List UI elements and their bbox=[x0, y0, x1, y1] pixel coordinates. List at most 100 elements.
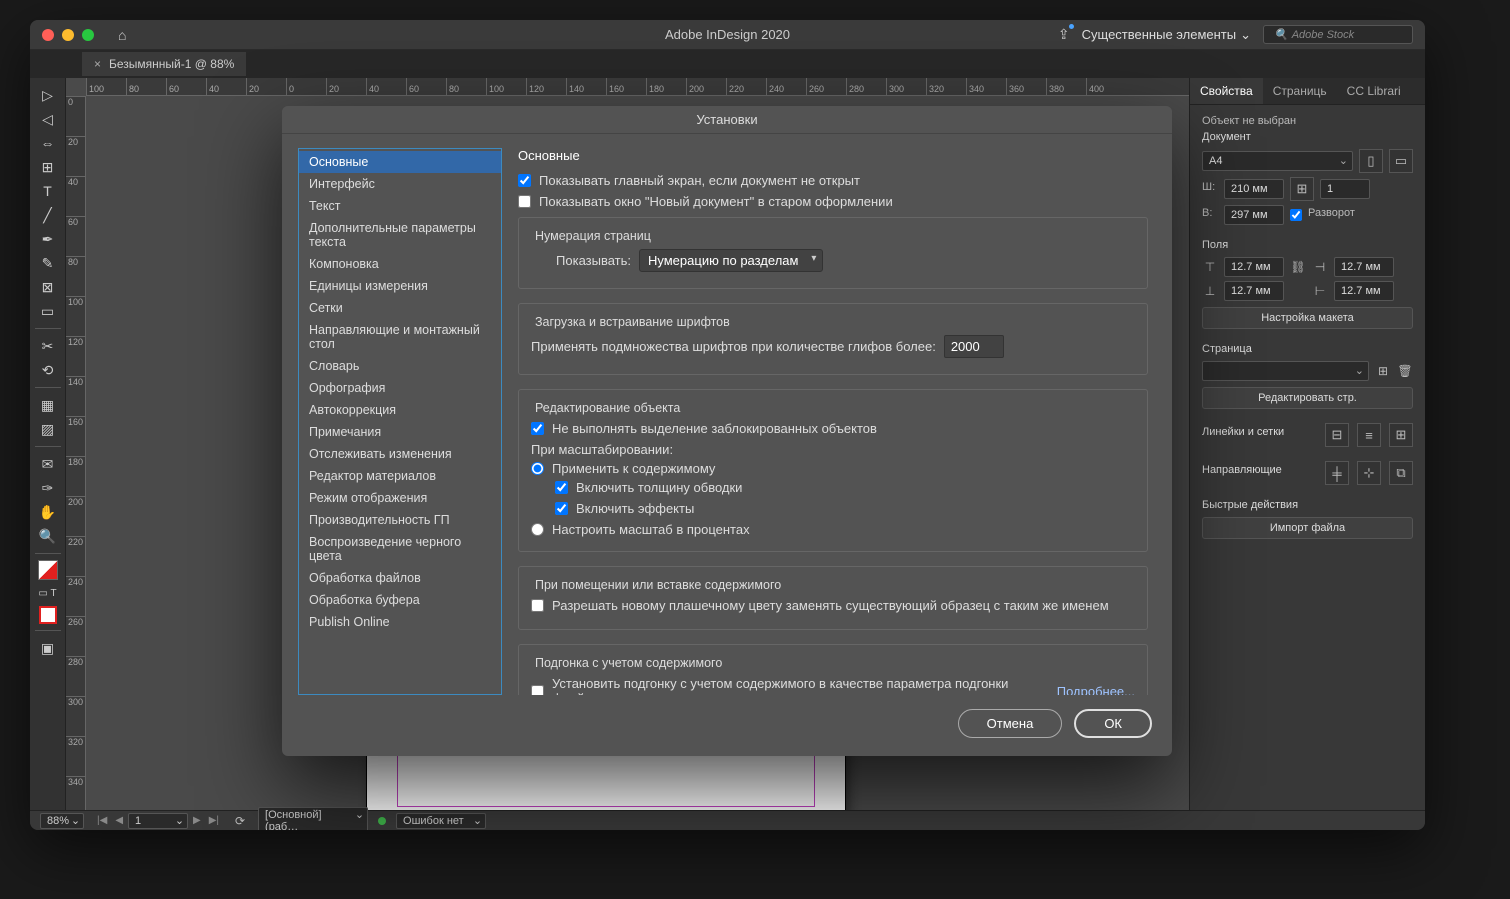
legacy-newdoc-checkbox[interactable] bbox=[518, 195, 531, 208]
height-input[interactable] bbox=[1224, 205, 1284, 225]
prefs-category-item[interactable]: Publish Online bbox=[299, 611, 501, 633]
prefs-category-item[interactable]: Основные bbox=[299, 151, 501, 173]
tab-cc-libraries[interactable]: CC Librari bbox=[1337, 78, 1411, 104]
maximize-window-button[interactable] bbox=[82, 29, 94, 41]
prev-page-button[interactable]: ◀ bbox=[112, 815, 126, 826]
allow-swatch-checkbox[interactable] bbox=[531, 599, 544, 612]
prefs-category-item[interactable]: Направляющие и монтажный стол bbox=[299, 319, 501, 355]
minimize-window-button[interactable] bbox=[62, 29, 74, 41]
margin-top-input[interactable] bbox=[1224, 257, 1284, 277]
pages-icon[interactable]: ⊞ bbox=[1290, 177, 1314, 201]
free-transform-tool[interactable]: ⟲ bbox=[34, 359, 62, 381]
screen-mode[interactable]: ▣ bbox=[34, 637, 62, 659]
adjust-percent-radio-row[interactable]: Настроить масштаб в процентах bbox=[531, 522, 1135, 537]
note-tool[interactable]: ✉ bbox=[34, 453, 62, 475]
snap-icon[interactable]: ⧉ bbox=[1389, 461, 1413, 485]
prefs-category-item[interactable]: Интерфейс bbox=[299, 173, 501, 195]
link-icon[interactable]: ⛓ bbox=[1290, 259, 1306, 275]
content-fit-checkbox[interactable] bbox=[531, 685, 544, 696]
prefs-category-item[interactable]: Орфография bbox=[299, 377, 501, 399]
cancel-button[interactable]: Отмена bbox=[958, 709, 1063, 738]
prefs-category-item[interactable]: Режим отображения bbox=[299, 487, 501, 509]
apply-content-radio[interactable] bbox=[531, 462, 544, 475]
prefs-category-item[interactable]: Обработка буфера bbox=[299, 589, 501, 611]
noselect-locked-row[interactable]: Не выполнять выделение заблокированных о… bbox=[531, 421, 1135, 436]
format-container-text-toggle[interactable]: ▭ T bbox=[34, 582, 62, 604]
ok-button[interactable]: ОК bbox=[1074, 709, 1152, 738]
first-page-button[interactable]: |◀ bbox=[94, 815, 110, 826]
width-input[interactable] bbox=[1224, 179, 1284, 199]
numbering-dropdown[interactable]: Нумерацию по разделам bbox=[639, 249, 823, 272]
include-stroke-checkbox[interactable] bbox=[555, 481, 568, 494]
page-tool[interactable]: ⇔ bbox=[34, 132, 62, 154]
search-input[interactable]: 🔍 Adobe Stock bbox=[1263, 25, 1413, 44]
orientation-landscape-icon[interactable]: ▭ bbox=[1389, 149, 1413, 173]
apply-content-radio-row[interactable]: Применить к содержимому bbox=[531, 461, 1135, 476]
show-home-checkbox[interactable] bbox=[518, 174, 531, 187]
font-subset-input[interactable] bbox=[944, 335, 1004, 358]
close-tab-icon[interactable]: × bbox=[94, 57, 101, 71]
last-page-button[interactable]: ▶| bbox=[206, 815, 222, 826]
prefs-category-item[interactable]: Дополнительные параметры текста bbox=[299, 217, 501, 253]
page-select[interactable] bbox=[1202, 361, 1369, 381]
baseline-grid-icon[interactable]: ≡ bbox=[1357, 423, 1381, 447]
prefs-category-item[interactable]: Примечания bbox=[299, 421, 501, 443]
prefs-category-item[interactable]: Воспроизведение черного цвета bbox=[299, 531, 501, 567]
next-page-button[interactable]: ▶ bbox=[190, 815, 204, 826]
tab-pages[interactable]: Страниць bbox=[1263, 78, 1337, 104]
pencil-tool[interactable]: ✎ bbox=[34, 252, 62, 274]
apply-color[interactable] bbox=[39, 606, 57, 624]
margin-bottom-input[interactable] bbox=[1224, 281, 1284, 301]
prefs-category-item[interactable]: Текст bbox=[299, 195, 501, 217]
include-stroke-row[interactable]: Включить толщину обводки bbox=[555, 480, 1135, 495]
import-file-button[interactable]: Импорт файла bbox=[1202, 517, 1413, 539]
guides-toggle-icon[interactable]: ╪ bbox=[1325, 461, 1349, 485]
margin-left-input[interactable] bbox=[1334, 257, 1394, 277]
type-tool[interactable]: T bbox=[34, 180, 62, 202]
close-window-button[interactable] bbox=[42, 29, 54, 41]
add-page-icon[interactable]: ⊞ bbox=[1375, 363, 1391, 379]
fill-stroke-swatch[interactable] bbox=[38, 560, 58, 580]
eyedropper-tool[interactable]: ✑ bbox=[34, 477, 62, 499]
content-fit-more-link[interactable]: Подробнее... bbox=[1057, 684, 1135, 696]
rectangle-tool[interactable]: ▭ bbox=[34, 300, 62, 322]
page-preset-select[interactable]: A4 bbox=[1202, 151, 1353, 171]
tab-properties[interactable]: Свойства bbox=[1190, 78, 1263, 104]
selection-tool[interactable]: ▷ bbox=[34, 84, 62, 106]
zoom-select[interactable]: 88% bbox=[40, 813, 84, 829]
hand-tool[interactable]: ✋ bbox=[34, 501, 62, 523]
noselect-locked-checkbox[interactable] bbox=[531, 422, 544, 435]
adjust-percent-radio[interactable] bbox=[531, 523, 544, 536]
orientation-portrait-icon[interactable]: ▯ bbox=[1359, 149, 1383, 173]
legacy-newdoc-checkbox-row[interactable]: Показывать окно "Новый документ" в старо… bbox=[518, 194, 1148, 209]
margin-right-input[interactable] bbox=[1334, 281, 1394, 301]
rectangle-frame-tool[interactable]: ⊠ bbox=[34, 276, 62, 298]
content-fit-row[interactable]: Установить подгонку с учетом содержимого… bbox=[531, 676, 1135, 695]
prefs-category-item[interactable]: Сетки bbox=[299, 297, 501, 319]
allow-swatch-row[interactable]: Разрешать новому плашечному цвету заменя… bbox=[531, 598, 1135, 613]
prefs-category-item[interactable]: Автокоррекция bbox=[299, 399, 501, 421]
prefs-category-item[interactable]: Единицы измерения bbox=[299, 275, 501, 297]
gap-tool[interactable]: ⊞ bbox=[34, 156, 62, 178]
open-icon[interactable]: ⟳ bbox=[232, 813, 248, 829]
prefs-category-item[interactable]: Производительность ГП bbox=[299, 509, 501, 531]
prefs-category-item[interactable]: Обработка файлов bbox=[299, 567, 501, 589]
line-tool[interactable]: ╱ bbox=[34, 204, 62, 226]
document-grid-icon[interactable]: ⊞ bbox=[1389, 423, 1413, 447]
workspace-dropdown[interactable]: Существенные элементы ⌄ bbox=[1082, 27, 1251, 43]
prefs-category-item[interactable]: Редактор материалов bbox=[299, 465, 501, 487]
prefs-category-item[interactable]: Словарь bbox=[299, 355, 501, 377]
show-home-checkbox-row[interactable]: Показывать главный экран, если документ … bbox=[518, 173, 1148, 188]
spread-checkbox[interactable] bbox=[1290, 209, 1302, 221]
direct-selection-tool[interactable]: ◁ bbox=[34, 108, 62, 130]
prefs-category-item[interactable]: Отслеживать изменения bbox=[299, 443, 501, 465]
delete-page-icon[interactable]: 🗑 bbox=[1397, 363, 1413, 379]
layout-settings-button[interactable]: Настройка макета bbox=[1202, 307, 1413, 329]
gradient-feather-tool[interactable]: ▨ bbox=[34, 418, 62, 440]
scissors-tool[interactable]: ✂ bbox=[34, 335, 62, 357]
prefs-category-item[interactable]: Компоновка bbox=[299, 253, 501, 275]
pages-input[interactable] bbox=[1320, 179, 1370, 199]
share-icon[interactable]: ⇪ bbox=[1058, 26, 1070, 43]
page-field[interactable]: 1 bbox=[128, 813, 188, 829]
pen-tool[interactable]: ✒ bbox=[34, 228, 62, 250]
